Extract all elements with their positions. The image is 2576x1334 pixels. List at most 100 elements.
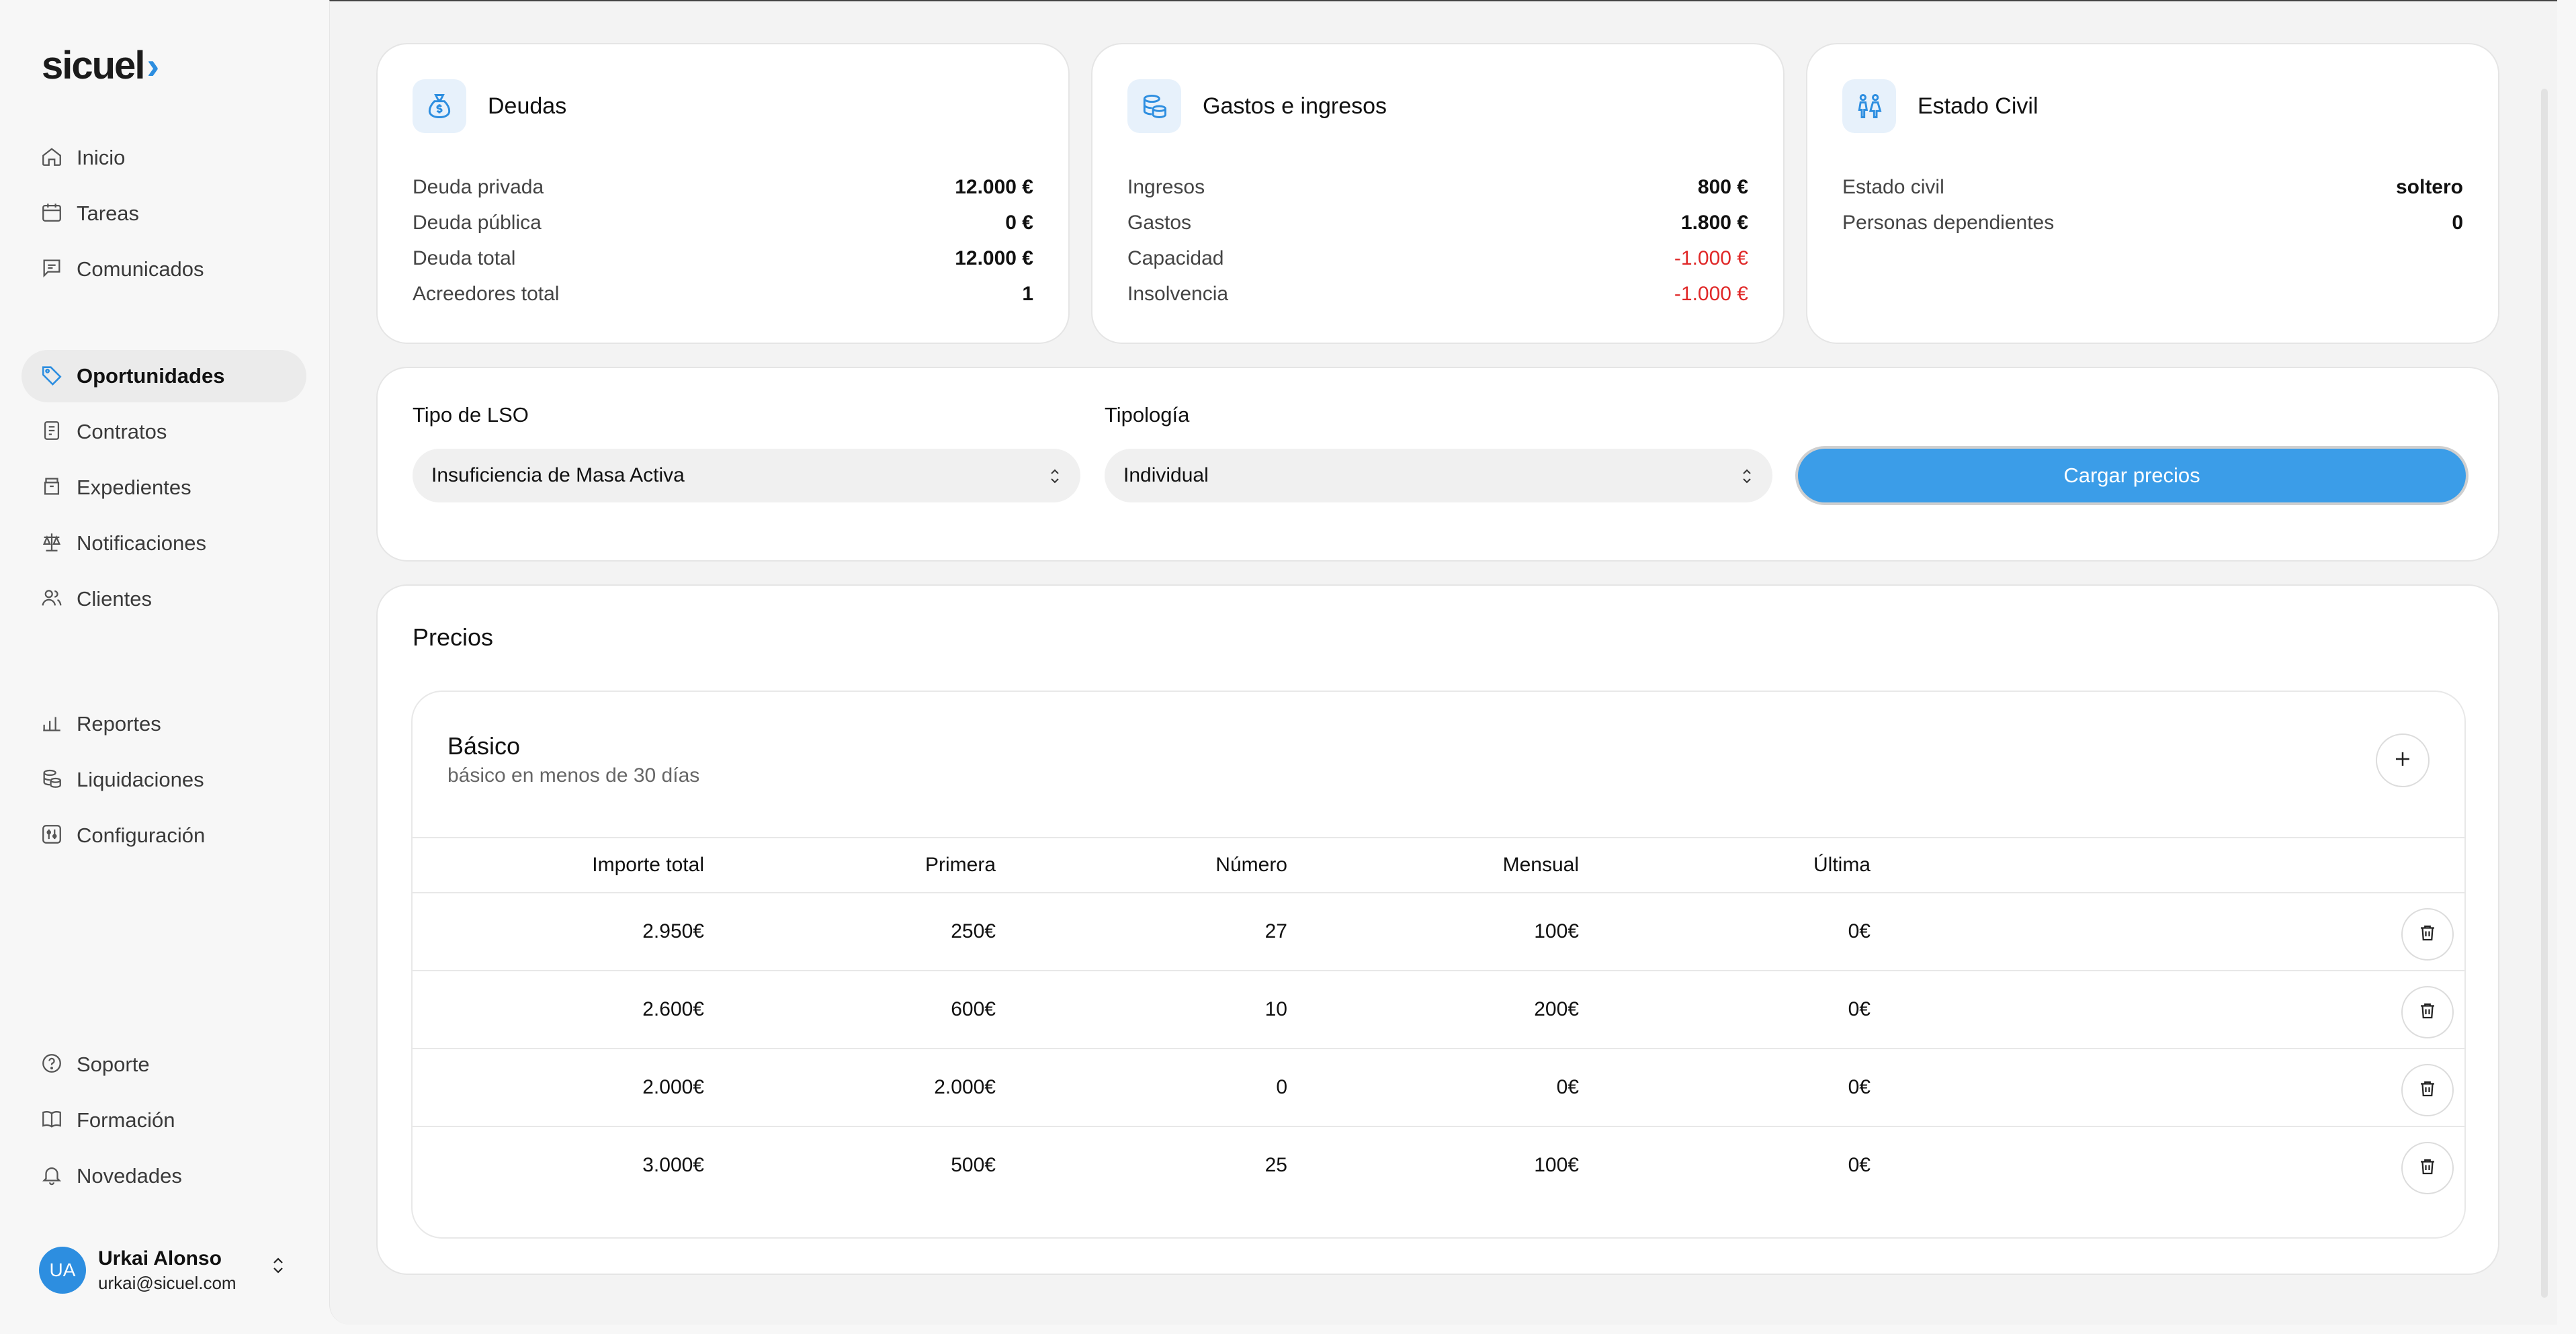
sidebar-item-notificaciones[interactable]: Notificaciones [22, 517, 306, 570]
settings-icon [40, 823, 66, 848]
sidebar-item-novedades[interactable]: Novedades [22, 1150, 306, 1202]
sidebar-item-clientes[interactable]: Clientes [22, 573, 306, 625]
sidebar-item-label: Comunicados [77, 257, 204, 281]
archive-icon [40, 475, 66, 500]
sidebar-item-oportunidades[interactable]: Oportunidades [22, 350, 306, 402]
table-cell: 250€ [951, 920, 996, 942]
table-cell: 2.000€ [934, 1076, 996, 1098]
sidebar-item-label: Soporte [77, 1053, 150, 1076]
sidebar-item-label: Contratos [77, 420, 167, 443]
table-cell: 0€ [1848, 998, 1871, 1020]
row-value: 800 € [1697, 175, 1748, 198]
add-price-button[interactable] [2376, 733, 2430, 787]
trash-icon [2417, 923, 2438, 946]
delete-row-button[interactable] [2401, 1142, 2454, 1194]
civil-status-card: Estado Civil Estado civil soltero Persona… [1806, 43, 2499, 344]
sidebar-item-configuracion[interactable]: Configuración [22, 809, 306, 862]
chevron-up-down-icon[interactable] [270, 1255, 294, 1286]
table-cell: 200€ [1534, 998, 1579, 1020]
user-profile[interactable]: UA Urkai Alonso urkai@sicuel.com [39, 1240, 294, 1300]
scale-icon [40, 531, 66, 556]
finance-row: Insolvencia -1.000 € [1127, 276, 1748, 312]
row-label: Deuda privada [413, 175, 544, 198]
sidebar-item-liquidaciones[interactable]: Liquidaciones [22, 754, 306, 806]
typology-value: Individual [1123, 464, 1209, 486]
sidebar-item-label: Oportunidades [77, 364, 225, 388]
brand-mark: › [146, 44, 159, 87]
coins-icon [1127, 79, 1181, 133]
row-label: Deuda total [413, 247, 516, 269]
sidebar-item-expedientes[interactable]: Expedientes [22, 461, 306, 514]
civil-row: Personas dependientes 0 [1842, 205, 2463, 240]
row-label: Insolvencia [1127, 282, 1229, 305]
trash-icon [2417, 1001, 2438, 1024]
table-cell: 3.000€ [642, 1154, 704, 1176]
sidebar-item-formacion[interactable]: Formación [22, 1094, 306, 1147]
delete-row-button[interactable] [2401, 908, 2454, 961]
row-value: 12.000 € [955, 247, 1033, 269]
finances-card: Gastos e ingresos Ingresos 800 € Gastos 1.… [1091, 43, 1785, 344]
debt-row: Deuda privada 12.000 € [413, 169, 1033, 205]
calendar-icon [40, 201, 66, 226]
debt-row: Deuda pública 0 € [413, 205, 1033, 240]
lso-type-label: Tipo de LSO [413, 403, 529, 427]
sidebar-item-comunicados[interactable]: Comunicados [22, 243, 306, 296]
sidebar-item-reportes[interactable]: Reportes [22, 698, 306, 750]
row-label: Estado civil [1842, 175, 1944, 198]
sidebar-item-label: Expedientes [77, 476, 191, 499]
user-email: urkai@sicuel.com [98, 1272, 237, 1293]
scrollbar[interactable] [2541, 89, 2548, 1298]
sidebar-item-tareas[interactable]: Tareas [22, 187, 306, 240]
lso-type-select[interactable]: Insuficiencia de Masa Activa [413, 449, 1080, 502]
chevron-up-down-icon [1047, 465, 1063, 488]
table-cell: 27 [1264, 920, 1287, 942]
money-bag-icon [413, 79, 466, 133]
column-header: Última [1813, 854, 1871, 876]
table-cell: 500€ [951, 1154, 996, 1176]
users-icon [40, 586, 66, 612]
sidebar-item-inicio[interactable]: Inicio [22, 132, 306, 184]
column-header: Primera [925, 854, 996, 876]
sidebar-item-label: Formación [77, 1108, 175, 1132]
finance-row: Ingresos 800 € [1127, 169, 1748, 205]
card-title: Estado Civil [1918, 93, 2038, 119]
plan-name: Básico [447, 732, 521, 760]
sidebar-item-label: Notificaciones [77, 531, 206, 555]
row-value-negative: -1.000 € [1674, 247, 1748, 269]
brand-logo[interactable]: sicuel › [42, 43, 159, 88]
message-icon [40, 257, 66, 282]
row-value: 0 [2452, 211, 2463, 234]
table-cell: 0€ [1556, 1076, 1579, 1098]
sidebar-item-label: Configuración [77, 824, 206, 847]
plan-description: básico en menos de 30 días [447, 764, 700, 787]
row-value: 1 [1022, 282, 1033, 305]
prices-title: Precios [413, 623, 494, 651]
trash-icon [2417, 1157, 2438, 1180]
table-cell: 2.950€ [642, 920, 704, 942]
civil-row: Estado civil soltero [1842, 169, 2463, 205]
user-name: Urkai Alonso [98, 1247, 222, 1270]
table-cell: 100€ [1534, 1154, 1579, 1176]
delete-row-button[interactable] [2401, 986, 2454, 1038]
book-icon [40, 1108, 66, 1133]
sidebar-item-soporte[interactable]: Soporte [22, 1038, 306, 1091]
contract-icon [40, 419, 66, 445]
sidebar-item-label: Tareas [77, 202, 140, 225]
sidebar-item-contratos[interactable]: Contratos [22, 406, 306, 458]
finance-row: Capacidad -1.000 € [1127, 240, 1748, 276]
table-row: 2.600€ 600€ 10 200€ 0€ [413, 970, 2464, 1048]
row-value: 12.000 € [955, 175, 1033, 198]
row-value-negative: -1.000 € [1674, 282, 1748, 305]
help-icon [40, 1052, 66, 1077]
load-prices-button[interactable]: Cargar precios [1798, 449, 2466, 502]
delete-row-button[interactable] [2401, 1064, 2454, 1116]
plus-icon [2393, 746, 2413, 776]
row-value: 1.800 € [1680, 211, 1748, 234]
prices-table: Importe total Primera Número Mensual Últ… [413, 837, 2464, 1204]
table-row: 2.950€ 250€ 27 100€ 0€ [413, 892, 2464, 970]
typology-label: Tipología [1105, 403, 1190, 427]
row-label: Ingresos [1127, 175, 1205, 198]
sidebar-item-label: Novedades [77, 1164, 182, 1188]
chevron-up-down-icon [1739, 465, 1755, 488]
typology-select[interactable]: Individual [1105, 449, 1772, 502]
